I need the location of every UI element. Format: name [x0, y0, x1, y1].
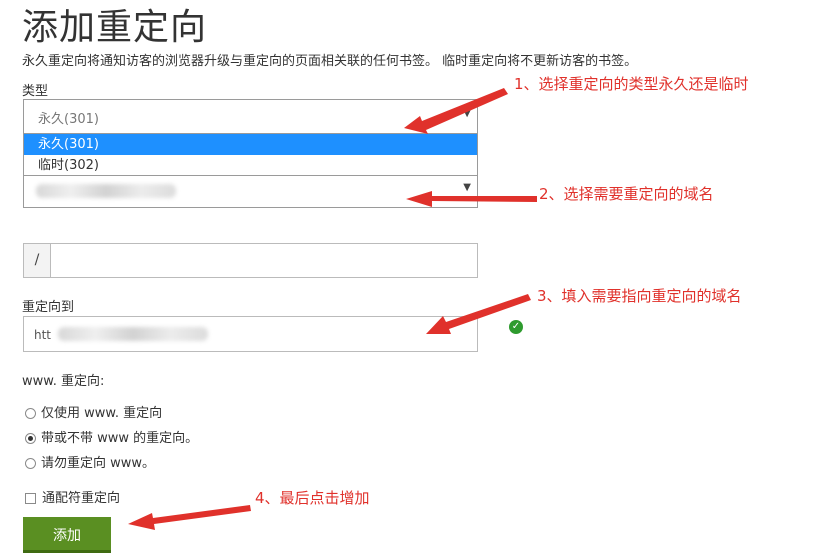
arrow-4 — [128, 505, 251, 530]
annotation-arrows — [128, 88, 537, 530]
arrow-3 — [426, 294, 531, 334]
arrow-2 — [406, 191, 537, 207]
arrow-1 — [404, 88, 508, 134]
